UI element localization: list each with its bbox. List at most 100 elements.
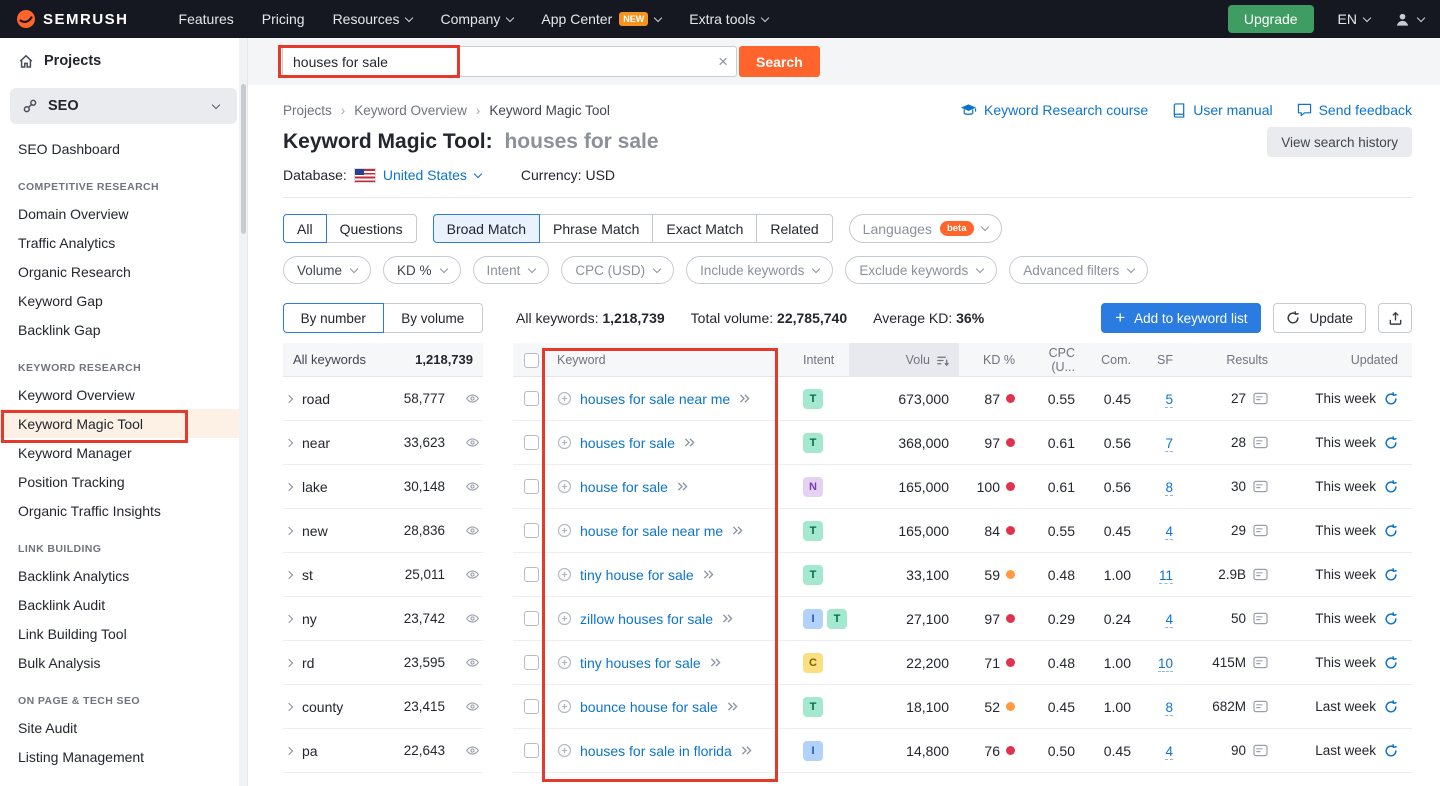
tab-related[interactable]: Related (756, 214, 833, 243)
nav-item-company[interactable]: Company (440, 11, 515, 27)
tab-broad-match[interactable]: Broad Match (432, 214, 540, 243)
keyword-link[interactable]: tiny house for sale (580, 567, 694, 583)
sf-link[interactable]: 8 (1165, 699, 1173, 716)
group-row-ny[interactable]: ny 23,742 (283, 597, 483, 641)
column-header-updated[interactable]: Updated (1276, 353, 1412, 367)
group-row-road[interactable]: road 58,777 (283, 377, 483, 421)
languages-dropdown[interactable]: Languages beta (848, 214, 1002, 243)
row-checkbox[interactable] (523, 523, 539, 538)
double-chevron-icon[interactable] (683, 437, 696, 448)
row-checkbox[interactable] (523, 743, 539, 758)
group-row-county[interactable]: county 23,415 (283, 685, 483, 729)
column-header-intent[interactable]: Intent (789, 353, 849, 367)
nav-item-features[interactable]: Features (179, 11, 234, 27)
row-checkbox[interactable] (523, 655, 539, 670)
sidebar-item-backlink-analytics[interactable]: Backlink Analytics (0, 561, 247, 590)
refresh-icon[interactable] (1384, 611, 1398, 626)
filter-volume[interactable]: Volume (283, 256, 372, 284)
clear-search-icon[interactable]: × (718, 52, 728, 72)
circle-plus-icon[interactable] (557, 435, 572, 450)
row-checkbox[interactable] (523, 435, 539, 450)
double-chevron-icon[interactable] (726, 701, 739, 712)
sidebar-item-projects[interactable]: Projects (0, 38, 247, 84)
sf-link[interactable]: 5 (1165, 391, 1173, 408)
refresh-icon[interactable] (1384, 435, 1398, 450)
double-chevron-icon[interactable] (702, 569, 715, 580)
nav-item-resources[interactable]: Resources (333, 11, 414, 27)
sidebar-item-seo-dashboard[interactable]: SEO Dashboard (0, 134, 247, 163)
column-header-sf[interactable]: SF (1141, 353, 1181, 367)
double-chevron-icon[interactable] (740, 745, 753, 756)
serp-features-icon[interactable] (1253, 612, 1268, 625)
select-all-checkbox[interactable] (523, 352, 539, 368)
circle-plus-icon[interactable] (557, 391, 572, 406)
keyword-link[interactable]: house for sale near me (580, 523, 723, 539)
tab-questions[interactable]: Questions (325, 214, 417, 243)
refresh-icon[interactable] (1384, 655, 1398, 670)
filter-advanced-filters[interactable]: Advanced filters (1009, 256, 1149, 284)
serp-features-icon[interactable] (1253, 744, 1268, 757)
serp-features-icon[interactable] (1253, 568, 1268, 581)
sidebar-item-keyword-gap[interactable]: Keyword Gap (0, 286, 247, 315)
view-search-history-button[interactable]: View search history (1267, 127, 1412, 157)
keyword-link[interactable]: houses for sale (580, 435, 675, 451)
export-button[interactable] (1378, 303, 1412, 333)
circle-plus-icon[interactable] (557, 523, 572, 538)
double-chevron-icon[interactable] (721, 613, 734, 624)
row-checkbox[interactable] (523, 567, 539, 582)
column-header-results[interactable]: Results (1181, 353, 1276, 367)
serp-features-icon[interactable] (1253, 436, 1268, 449)
row-checkbox[interactable] (523, 699, 539, 714)
eye-icon[interactable] (465, 567, 480, 582)
by-number-toggle[interactable]: By number (283, 303, 384, 333)
refresh-icon[interactable] (1384, 523, 1398, 538)
serp-features-icon[interactable] (1253, 480, 1268, 493)
sidebar-item-seo[interactable]: SEO (10, 88, 237, 124)
group-row-st[interactable]: st 25,011 (283, 553, 483, 597)
refresh-icon[interactable] (1384, 699, 1398, 714)
by-volume-toggle[interactable]: By volume (382, 303, 483, 333)
sidebar-item-domain-overview[interactable]: Domain Overview (0, 199, 247, 228)
add-to-keyword-list-button[interactable]: + Add to keyword list (1101, 303, 1262, 333)
group-row-near[interactable]: near 33,623 (283, 421, 483, 465)
breadcrumb-projects[interactable]: Projects (283, 103, 332, 118)
refresh-icon[interactable] (1384, 479, 1398, 494)
sf-link[interactable]: 7 (1165, 435, 1173, 452)
keyword-link[interactable]: zillow houses for sale (580, 611, 713, 627)
double-chevron-icon[interactable] (731, 525, 744, 536)
sidebar-item-link-building-tool[interactable]: Link Building Tool (0, 619, 247, 648)
filter-exclude-keywords[interactable]: Exclude keywords (845, 256, 998, 284)
filter-intent[interactable]: Intent (472, 256, 550, 284)
tab-exact-match[interactable]: Exact Match (652, 214, 758, 243)
filter-cpc-usd[interactable]: CPC (USD) (561, 256, 675, 284)
eye-icon[interactable] (465, 743, 480, 758)
sf-link[interactable]: 10 (1157, 655, 1173, 672)
circle-plus-icon[interactable] (557, 567, 572, 582)
serp-features-icon[interactable] (1253, 392, 1268, 405)
eye-icon[interactable] (465, 699, 480, 714)
group-row-rd[interactable]: rd 23,595 (283, 641, 483, 685)
row-checkbox[interactable] (523, 391, 539, 406)
database-selector[interactable]: United States (383, 167, 467, 183)
search-input[interactable] (282, 46, 737, 77)
double-chevron-icon[interactable] (676, 481, 689, 492)
circle-plus-icon[interactable] (557, 655, 572, 670)
double-chevron-icon[interactable] (738, 393, 751, 404)
column-header-kd[interactable]: KD % (959, 353, 1023, 367)
keyword-research-course-link[interactable]: Keyword Research course (960, 102, 1148, 118)
serp-features-icon[interactable] (1253, 656, 1268, 669)
refresh-icon[interactable] (1384, 567, 1398, 582)
filter-kd[interactable]: KD % (383, 256, 461, 284)
eye-icon[interactable] (465, 655, 480, 670)
sidebar-scrollbar[interactable] (239, 38, 247, 786)
sf-link[interactable]: 4 (1165, 523, 1173, 540)
eye-icon[interactable] (465, 611, 480, 626)
semrush-logo[interactable]: SEMRUSH (16, 9, 129, 29)
group-row-pa[interactable]: pa 22,643 (283, 729, 483, 773)
sf-link[interactable]: 4 (1165, 743, 1173, 760)
keyword-link[interactable]: tiny houses for sale (580, 655, 701, 671)
user-manual-link[interactable]: User manual (1172, 102, 1273, 118)
serp-features-icon[interactable] (1253, 524, 1268, 537)
refresh-icon[interactable] (1384, 743, 1398, 758)
sidebar-item-organic-research[interactable]: Organic Research (0, 257, 247, 286)
